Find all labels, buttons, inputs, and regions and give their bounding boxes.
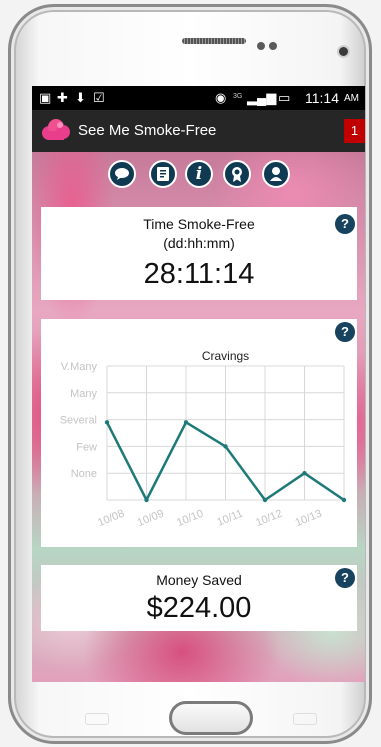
money-card-label: Money Saved — [156, 572, 242, 588]
x-tick-label: 10/09 — [136, 508, 166, 529]
time-help-button[interactable]: ? — [335, 214, 355, 234]
time-card-label: Time Smoke-Free — [143, 216, 255, 232]
data-point — [341, 497, 347, 503]
award-icon[interactable] — [223, 160, 251, 188]
cravings-chart: Cravings None Few Several Many V.Many 10/08 10/… — [60, 349, 347, 529]
data-point — [183, 420, 189, 425]
app-bar: See Me Smoke-Free 1 — [32, 110, 365, 152]
cloud-logo-icon — [42, 119, 70, 140]
notification-badge[interactable]: 1 — [344, 119, 365, 143]
x-tick-label: 10/12 — [254, 508, 284, 529]
app-title: See Me Smoke-Free — [78, 122, 217, 139]
data-point — [223, 444, 228, 449]
x-tick-label: 10/13 — [294, 508, 324, 529]
signal-icon: ▂▄▆ — [247, 90, 277, 105]
clock-ampm: AM — [344, 93, 359, 104]
wifi-icon: ◉ — [215, 90, 227, 105]
clipboard-icon: ☑ — [93, 90, 105, 105]
data-point — [104, 420, 110, 425]
image-icon: ▣ — [39, 90, 52, 105]
money-saved-value: $224.00 — [146, 592, 252, 624]
recent-apps-key[interactable] — [85, 713, 109, 725]
back-key[interactable] — [293, 713, 317, 725]
data-point — [144, 497, 149, 503]
front-camera — [339, 47, 348, 56]
time-smoke-free-card: Time Smoke-Free (dd:hh:mm) 28:11:14 ? — [41, 207, 357, 300]
y-tick-label: Few — [76, 441, 97, 453]
battery-icon: ▭ — [278, 90, 291, 105]
money-saved-card: Money Saved $224.00 ? — [41, 565, 357, 631]
light-sensor — [269, 42, 277, 50]
y-tick-label: Many — [70, 388, 97, 400]
x-tick-label: 10/11 — [215, 508, 244, 529]
nav-icon-bar: i — [32, 160, 365, 192]
time-smoke-free-value: 28:11:14 — [143, 258, 255, 290]
y-tick-label: None — [71, 468, 97, 480]
speech-bubble-icon[interactable] — [108, 160, 136, 188]
x-tick-label: 10/08 — [96, 508, 126, 529]
info-icon[interactable]: i — [185, 160, 213, 188]
phone-screen: ▣ ✚ ⬇ ☑ ◉ 3G ▂▄▆ ▭ 11:14 AM See Me Smoke… — [32, 86, 365, 682]
cravings-card: Cravings None Few Several Many V.Many 10/08 10/… — [41, 319, 357, 547]
clock-time: 11:14 — [305, 90, 339, 106]
speaker-grille — [182, 38, 246, 44]
data-point — [262, 497, 268, 503]
money-help-button[interactable]: ? — [335, 568, 355, 588]
profile-icon[interactable] — [262, 160, 290, 188]
home-button[interactable] — [169, 701, 253, 735]
y-tick-label: V.Many — [61, 361, 98, 373]
network-type: 3G — [233, 93, 243, 100]
y-tick-label: Several — [60, 415, 97, 427]
chart-title: Cravings — [202, 349, 249, 363]
journal-icon[interactable] — [149, 160, 177, 188]
status-bar: ▣ ✚ ⬇ ☑ ◉ 3G ▂▄▆ ▭ 11:14 AM — [32, 86, 365, 110]
download-icon: ⬇ — [75, 90, 86, 105]
proximity-sensor — [257, 42, 265, 50]
usb-icon: ✚ — [57, 90, 68, 105]
data-point — [302, 471, 307, 476]
x-tick-label: 10/10 — [175, 508, 205, 529]
time-card-format: (dd:hh:mm) — [163, 235, 235, 251]
cravings-help-button[interactable]: ? — [335, 322, 355, 342]
